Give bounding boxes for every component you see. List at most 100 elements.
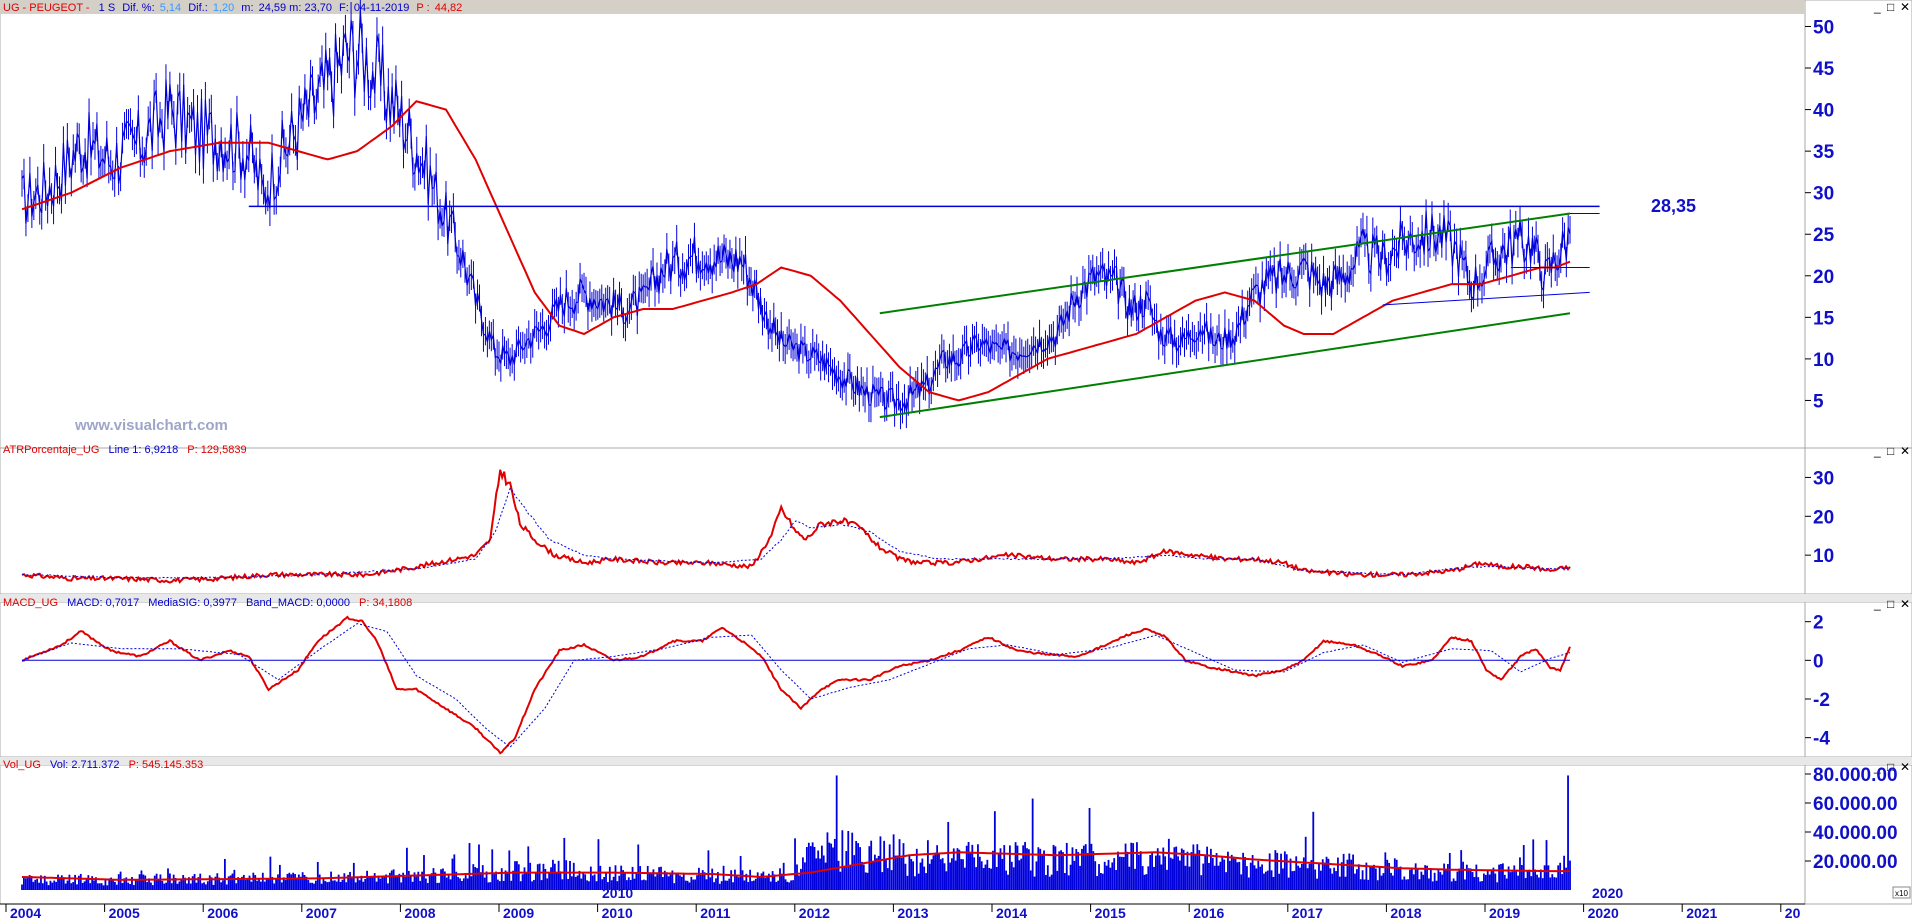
x-tick-label: 2010 (602, 905, 633, 921)
volume-bar (1340, 862, 1343, 890)
volume-bar (301, 872, 304, 890)
volume-bar (428, 875, 431, 890)
volume-bar (873, 854, 876, 890)
volume-bar (1454, 880, 1457, 890)
volume-bar (366, 870, 368, 890)
minimize-icon[interactable]: _ (1873, 444, 1881, 458)
volume-bar (796, 864, 798, 890)
close-icon[interactable]: ✕ (1900, 444, 1910, 458)
volume-bar (753, 880, 755, 890)
volume-bar (552, 859, 554, 890)
volume-bar (764, 877, 767, 890)
volume-bar (1003, 845, 1006, 890)
close-icon[interactable]: ✕ (1900, 760, 1910, 774)
volume-bar (231, 873, 234, 890)
volume-bar (70, 883, 73, 890)
macd-y-tick-label: -4 (1813, 729, 1830, 750)
atr-line: Line 1: 6,9218 (108, 444, 178, 456)
volume-bar (343, 873, 346, 890)
volume-bar (919, 862, 922, 890)
maximize-icon[interactable]: □ (1887, 597, 1894, 611)
volume-bar (1390, 872, 1392, 890)
volume-bar (449, 879, 452, 890)
volume-bar (949, 862, 951, 890)
volume-bar (1448, 852, 1451, 890)
volume-bar (849, 865, 852, 890)
volume-bar (870, 840, 873, 890)
f-label: F: (339, 2, 349, 14)
volume-bar (699, 874, 702, 890)
volume-bar (290, 874, 293, 890)
volume-bar (1132, 843, 1135, 890)
volume-bar (114, 881, 116, 890)
vol-y-tick-label: 20.000.00 (1813, 852, 1898, 873)
volume-bar (1228, 860, 1231, 890)
volume-bar (205, 884, 207, 890)
close-icon[interactable]: ✕ (1900, 0, 1910, 14)
volume-bar (720, 881, 723, 890)
volume-bar (297, 874, 300, 890)
volume-bar (912, 861, 914, 890)
volume-bar (470, 876, 473, 890)
volume-bar (599, 865, 602, 890)
volume-bar (176, 883, 179, 890)
volume-bar (1268, 853, 1271, 890)
volume-bar (839, 871, 842, 890)
volume-bar (447, 874, 450, 890)
volume-bar (1143, 874, 1146, 890)
volume-bar (1111, 862, 1114, 890)
volume-bar (529, 862, 532, 890)
volume-bar (229, 875, 232, 890)
volume-bar (969, 853, 972, 890)
volume-bar (1090, 843, 1093, 890)
volume-bar (1374, 868, 1377, 890)
volume-bar (673, 883, 676, 890)
maximize-icon[interactable]: □ (1887, 0, 1894, 14)
volume-bar (1240, 874, 1243, 890)
volume-bar (572, 862, 575, 890)
volume-bar (534, 872, 537, 890)
volume-bar (694, 879, 697, 890)
maximize-icon[interactable]: □ (1887, 444, 1894, 458)
volume-bar (910, 859, 913, 890)
price-y-tick-label: 5 (1813, 391, 1824, 412)
volume-bar (771, 871, 774, 890)
minimize-icon[interactable]: _ (1873, 597, 1881, 611)
volume-bar (424, 878, 427, 890)
volume-bar (415, 876, 418, 890)
volume-bar (1384, 852, 1387, 890)
x-tick-label: 2018 (1390, 905, 1421, 921)
volume-bar (1192, 844, 1195, 890)
volume-bar (68, 874, 71, 890)
chart-canvas: _ □ ✕_ □ ✕_ □ ✕_ □ ✕ UG - PEUGEOT - 1 S Dif. %: … (0, 0, 1912, 921)
volume-bar (1147, 866, 1150, 890)
volume-bar (407, 870, 410, 890)
volume-bar (206, 881, 209, 890)
volume-bar (1285, 854, 1288, 890)
volume-bar (375, 881, 378, 890)
volume-bar (1043, 850, 1045, 890)
volume-bar (1079, 865, 1081, 890)
volume-bar (886, 868, 889, 890)
volume-bar (1058, 851, 1061, 890)
volume-bar (150, 882, 152, 890)
volume-bar (146, 882, 149, 890)
volume-bar (1278, 873, 1281, 890)
volume-bar (138, 874, 141, 890)
volume-bar (1354, 873, 1356, 890)
volume-bar (1261, 864, 1263, 890)
volume-bar (394, 876, 397, 890)
volume-bar (1257, 860, 1260, 890)
volume-bar (64, 883, 67, 890)
volume-bar (144, 875, 147, 890)
volume-bar (792, 880, 794, 890)
volume-bar (102, 885, 105, 890)
panel-frames: _ □ ✕_ □ ✕_ □ ✕_ □ ✕ (0, 0, 1912, 905)
volume-bar (997, 852, 1000, 890)
volume-bar (1219, 861, 1222, 890)
volume-bar (923, 866, 926, 890)
volume-bar (1335, 871, 1337, 890)
minimize-icon[interactable]: _ (1873, 0, 1881, 14)
volume-bar (55, 881, 58, 890)
close-icon[interactable]: ✕ (1900, 597, 1910, 611)
